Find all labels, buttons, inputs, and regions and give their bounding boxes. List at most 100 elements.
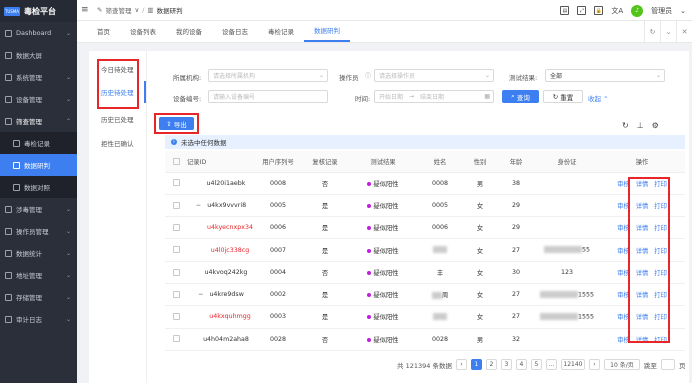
- cell-record-id[interactable]: − u4kx9vvvri8: [187, 194, 255, 218]
- refresh-icon[interactable]: ↻: [622, 121, 629, 130]
- sidebar-item-screening[interactable]: 筛查管理 ⌃: [0, 110, 77, 132]
- cell-record-id[interactable]: − u4kre9dsw: [187, 283, 255, 307]
- record-id-link[interactable]: u4kyecnxpx34: [207, 224, 253, 231]
- row-checkbox[interactable]: [172, 201, 180, 209]
- record-id-link[interactable]: u4kre9dsw: [209, 291, 243, 298]
- row-checkbox-cell[interactable]: [165, 238, 187, 262]
- row-checkbox[interactable]: [172, 290, 180, 298]
- review-link[interactable]: 审核: [617, 270, 630, 277]
- record-id-link[interactable]: u4kx9vvvri8: [207, 202, 246, 209]
- cell-record-id[interactable]: u4kxquhmgg: [187, 305, 255, 329]
- review-link[interactable]: 审核: [617, 181, 630, 188]
- lock-icon[interactable]: 🔒: [594, 6, 604, 15]
- page-button[interactable]: ...: [545, 359, 557, 370]
- search-button[interactable]: ⌕ 查询: [502, 90, 539, 103]
- cell-record-id[interactable]: u4l0jc338cg: [187, 238, 255, 262]
- column-header[interactable]: [165, 151, 187, 173]
- cell-record-id[interactable]: u4l20i1aebk: [187, 172, 255, 195]
- review-link[interactable]: 审核: [617, 225, 630, 232]
- detail-link[interactable]: 详情: [636, 203, 649, 210]
- detail-link[interactable]: 详情: [636, 181, 649, 188]
- refresh-icon[interactable]: ↻: [644, 21, 660, 43]
- page-button[interactable]: 5: [530, 359, 542, 370]
- review-link[interactable]: 审核: [617, 248, 630, 255]
- leftnav-history-done[interactable]: 历史已处理: [101, 114, 134, 124]
- row-checkbox-cell[interactable]: [165, 283, 187, 307]
- close-icon[interactable]: ✕: [676, 21, 692, 43]
- print-link[interactable]: 打印: [654, 203, 667, 210]
- page-button[interactable]: 12140: [560, 359, 585, 370]
- print-link[interactable]: 打印: [654, 270, 667, 277]
- sidebar-item-data-screen[interactable]: 数据大屏: [0, 44, 77, 66]
- menu-toggle-icon[interactable]: ≡: [81, 5, 91, 15]
- review-link[interactable]: 审核: [617, 314, 630, 321]
- detail-link[interactable]: 详情: [636, 225, 649, 232]
- print-link[interactable]: 打印: [654, 225, 667, 232]
- print-link[interactable]: 打印: [654, 292, 667, 299]
- sidebar-item-address[interactable]: 地址管理 ⌄: [0, 264, 77, 286]
- print-link[interactable]: 打印: [654, 181, 667, 188]
- review-link[interactable]: 审核: [617, 203, 630, 210]
- leftnav-history-pending[interactable]: 历史待处理: [101, 87, 134, 97]
- tab-4[interactable]: 毒检记录: [258, 20, 304, 42]
- tab-0[interactable]: 首页: [77, 20, 120, 42]
- page-button[interactable]: 1: [470, 359, 482, 370]
- sidebar-item-operator[interactable]: 操作员管理 ⌄: [0, 220, 77, 242]
- record-id-link[interactable]: u4kvoq242kg: [205, 269, 248, 276]
- record-id-link[interactable]: u4kxquhmgg: [209, 313, 250, 320]
- tab-1[interactable]: 设备列表: [120, 20, 166, 42]
- sidebar-item-storage[interactable]: 存储管理 ⌄: [0, 286, 77, 308]
- user-name[interactable]: 管理员: [651, 6, 672, 16]
- sidebar-item-system[interactable]: 系统管理 ⌄: [0, 66, 77, 88]
- detail-link[interactable]: 详情: [636, 292, 649, 299]
- translate-icon[interactable]: 文A: [611, 6, 623, 16]
- detail-link[interactable]: 详情: [636, 314, 649, 321]
- reset-button[interactable]: ↻ 重置: [543, 90, 583, 103]
- cell-record-id[interactable]: u4kvoq242kg: [187, 261, 255, 284]
- result-select[interactable]: 全部 ⌄: [545, 69, 665, 82]
- export-button[interactable]: ⇪ 导出: [159, 117, 194, 130]
- row-checkbox-cell[interactable]: [165, 216, 187, 240]
- goto-input[interactable]: [660, 359, 675, 370]
- row-checkbox-cell[interactable]: [165, 261, 187, 284]
- collapse-toggle-icon[interactable]: −: [198, 291, 203, 298]
- detail-link[interactable]: 详情: [636, 337, 649, 344]
- user-chevron-icon[interactable]: ⌄: [680, 7, 686, 15]
- column-height-icon[interactable]: ⊥: [637, 121, 644, 130]
- page-button[interactable]: 2: [485, 359, 497, 370]
- tab-2[interactable]: 我的设备: [166, 20, 212, 42]
- sidebar-item-statistics[interactable]: 数据统计 ⌄: [0, 242, 77, 264]
- sidebar-item-drug-related[interactable]: 涉毒管理 ⌄: [0, 198, 77, 220]
- cell-record-id[interactable]: u4h04m2aha8: [187, 328, 255, 351]
- operator-select[interactable]: 请选择操作员 ⌄: [374, 69, 494, 82]
- row-checkbox[interactable]: [172, 313, 180, 321]
- tab-5[interactable]: 数据研判: [304, 20, 350, 42]
- next-page-button[interactable]: ›: [588, 359, 600, 370]
- detail-link[interactable]: 详情: [636, 248, 649, 255]
- print-link[interactable]: 打印: [654, 248, 667, 255]
- settings-icon[interactable]: ⚙: [652, 121, 659, 130]
- avatar[interactable]: ♪: [631, 4, 644, 17]
- page-size-select[interactable]: 10 条/页: [603, 359, 640, 370]
- row-checkbox-cell[interactable]: [165, 328, 187, 351]
- row-checkbox[interactable]: [172, 179, 180, 187]
- prev-page-button[interactable]: ‹: [455, 359, 467, 370]
- sidebar-item-drug-records[interactable]: 毒检记录: [0, 132, 77, 154]
- leftnav-today-pending[interactable]: 今日待处理: [101, 64, 134, 74]
- page-button[interactable]: 3: [500, 359, 512, 370]
- device-input[interactable]: 请输入设备编号: [208, 90, 328, 103]
- sidebar-item-audit-log[interactable]: 审计日志 ⌄: [0, 308, 77, 330]
- row-checkbox[interactable]: [172, 268, 180, 276]
- org-select[interactable]: 请选择所属机构 ⌄: [208, 69, 328, 82]
- record-id-link[interactable]: u4l20i1aebk: [207, 180, 246, 187]
- sidebar-item-data-analysis[interactable]: 数据研判: [0, 154, 77, 176]
- row-checkbox[interactable]: [172, 223, 180, 231]
- tab-3[interactable]: 设备日志: [212, 20, 258, 42]
- chevron-down-icon[interactable]: ⌄: [660, 21, 676, 43]
- collapse-link[interactable]: 收起 ⌃: [588, 93, 609, 103]
- date-range-picker[interactable]: 开始日期 → 结束日期 ▦: [374, 90, 494, 103]
- row-checkbox-cell[interactable]: [165, 194, 187, 218]
- row-checkbox[interactable]: [172, 246, 180, 254]
- page-button[interactable]: 4: [515, 359, 527, 370]
- sidebar-item-dashboard[interactable]: Dashboard ⌄: [0, 22, 77, 44]
